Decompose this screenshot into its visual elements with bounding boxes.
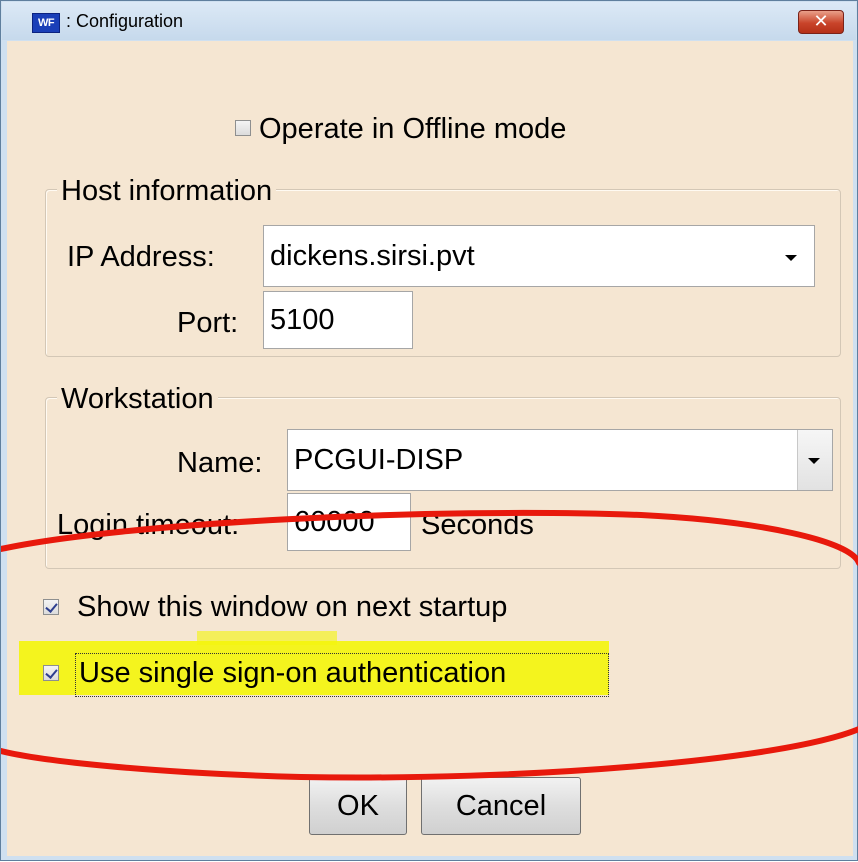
sso-checkbox[interactable] xyxy=(43,665,59,681)
ip-address-label: IP Address: xyxy=(67,241,215,273)
port-input[interactable]: 5100 xyxy=(263,291,413,349)
login-timeout-value: 60000 xyxy=(294,505,375,538)
show-on-startup-checkbox[interactable] xyxy=(43,599,59,615)
window-title: : Configuration xyxy=(66,11,184,31)
host-information-legend: Host information xyxy=(57,175,277,208)
login-timeout-input[interactable]: 60000 xyxy=(287,493,411,551)
seconds-label: Seconds xyxy=(421,509,534,541)
ip-address-value: dickens.sirsi.pvt xyxy=(270,239,475,272)
show-on-startup-label[interactable]: Show this window on next startup xyxy=(77,591,507,624)
workstation-name-value: PCGUI-DISP xyxy=(294,443,464,476)
close-button[interactable]: ✕ xyxy=(798,10,844,34)
highlighter-mark xyxy=(197,631,337,645)
login-timeout-label: Login timeout: xyxy=(57,509,240,541)
sso-label[interactable]: Use single sign-on authentication xyxy=(79,657,506,690)
port-label: Port: xyxy=(177,307,239,339)
offline-mode-label[interactable]: Operate in Offline mode xyxy=(259,113,566,146)
offline-mode-checkbox[interactable] xyxy=(235,120,251,136)
ok-button[interactable]: OK xyxy=(309,777,407,835)
port-value: 5100 xyxy=(270,303,335,336)
close-icon: ✕ xyxy=(813,11,829,32)
title-bar[interactable]: WF : Configuration ✕ xyxy=(2,2,856,40)
dropdown-arrow-icon[interactable] xyxy=(808,458,820,464)
configuration-window: WF : Configuration ✕ Operate in Offline … xyxy=(0,0,858,861)
app-icon: WF xyxy=(32,13,60,33)
cancel-button[interactable]: Cancel xyxy=(421,777,581,835)
workstation-name-label: Name: xyxy=(177,447,263,479)
ip-address-combobox[interactable]: dickens.sirsi.pvt xyxy=(263,225,815,287)
workstation-legend: Workstation xyxy=(57,383,218,416)
dropdown-arrow-icon[interactable] xyxy=(785,255,797,261)
dialog-body: Operate in Offline mode Host information… xyxy=(7,41,853,856)
workstation-name-combobox[interactable]: PCGUI-DISP xyxy=(287,429,833,491)
